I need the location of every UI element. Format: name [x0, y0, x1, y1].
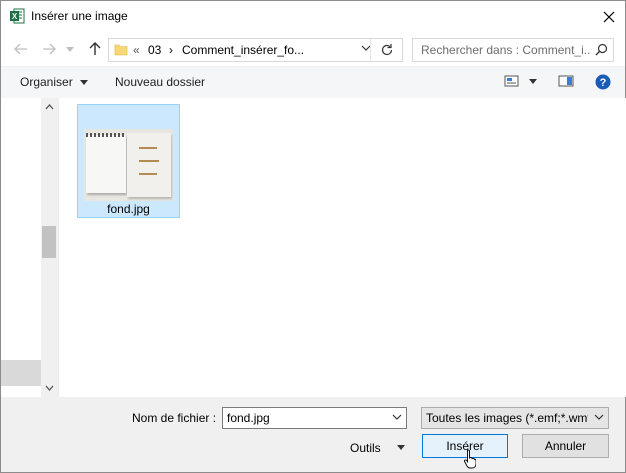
close-button[interactable] [593, 1, 625, 32]
file-list[interactable]: fond.jpg [58, 98, 626, 397]
scroll-down-button[interactable] [41, 381, 57, 395]
forward-button[interactable] [40, 40, 58, 58]
tools-button[interactable]: Outils [350, 441, 381, 455]
filename-label: Nom de fichier : [132, 411, 217, 425]
file-item[interactable]: fond.jpg [77, 104, 180, 218]
caret-down-icon [80, 80, 89, 86]
scrollbar-thumb[interactable] [42, 226, 56, 258]
insert-image-dialog: X Insérer une image « 03 › Comment_insér… [0, 0, 626, 473]
chevron-down-icon [594, 414, 604, 420]
nav-selected-item[interactable] [1, 360, 41, 386]
search-input[interactable]: Rechercher dans : Comment_i... [412, 38, 614, 62]
refresh-icon[interactable] [380, 43, 394, 57]
chevron-up-icon [45, 104, 53, 110]
up-button[interactable] [86, 40, 104, 58]
arrow-right-icon [43, 43, 56, 55]
title-bar: X Insérer une image [1, 1, 625, 32]
view-icon[interactable] [504, 74, 520, 88]
close-icon [603, 11, 615, 22]
chevron-down-icon [66, 46, 74, 52]
filetype-value: Toutes les images (*.emf;*.wmf [426, 411, 588, 425]
breadcrumb-item[interactable]: 03 [148, 43, 161, 57]
preview-pane-icon[interactable] [558, 74, 574, 88]
caret-down-icon[interactable] [397, 445, 405, 450]
back-button[interactable] [12, 40, 30, 58]
notebook-graphic [86, 133, 126, 193]
organize-button[interactable]: Organiser [20, 75, 89, 89]
filetype-select[interactable]: Toutes les images (*.emf;*.wmf [421, 407, 609, 429]
breadcrumb-overflow[interactable]: « [133, 43, 140, 57]
mouse-cursor-icon [464, 449, 476, 469]
organize-label: Organiser [20, 75, 73, 89]
search-placeholder: Rechercher dans : Comment_i... [421, 43, 591, 57]
address-box[interactable]: « 03 › Comment_insérer_fo... [108, 38, 403, 62]
paper-graphic [127, 133, 171, 197]
navigation-pane[interactable] [1, 98, 57, 397]
svg-text:X: X [12, 12, 18, 21]
image-thumbnail [84, 129, 173, 201]
file-name: fond.jpg [107, 202, 150, 216]
svg-text:?: ? [600, 77, 607, 89]
chevron-down-icon[interactable] [392, 414, 402, 420]
breadcrumb-separator[interactable]: › [169, 43, 173, 57]
breadcrumb-item[interactable]: Comment_insérer_fo... [182, 43, 304, 57]
arrow-up-icon [89, 42, 101, 55]
caret-down-icon[interactable] [529, 79, 537, 84]
new-folder-button[interactable]: Nouveau dossier [115, 75, 205, 89]
cancel-button[interactable]: Annuler [522, 434, 609, 458]
arrow-left-icon [14, 43, 27, 55]
excel-icon: X [10, 8, 25, 24]
window-title: Insérer une image [31, 9, 128, 23]
navigation-bar: « 03 › Comment_insérer_fo... Rechercher … [1, 32, 625, 66]
chevron-down-icon [45, 385, 53, 391]
scroll-up-button[interactable] [41, 100, 57, 114]
bottom-panel: Nom de fichier : fond.jpg Toutes les ima… [1, 397, 625, 472]
folder-icon [114, 44, 128, 56]
command-bar: Organiser Nouveau dossier ? [1, 66, 625, 99]
help-icon[interactable]: ? [595, 74, 611, 90]
recent-locations-button[interactable] [64, 40, 76, 58]
search-icon[interactable] [595, 43, 608, 56]
filename-value[interactable]: fond.jpg [227, 411, 270, 425]
divider [370, 39, 371, 61]
filename-field[interactable]: fond.jpg [222, 407, 407, 429]
